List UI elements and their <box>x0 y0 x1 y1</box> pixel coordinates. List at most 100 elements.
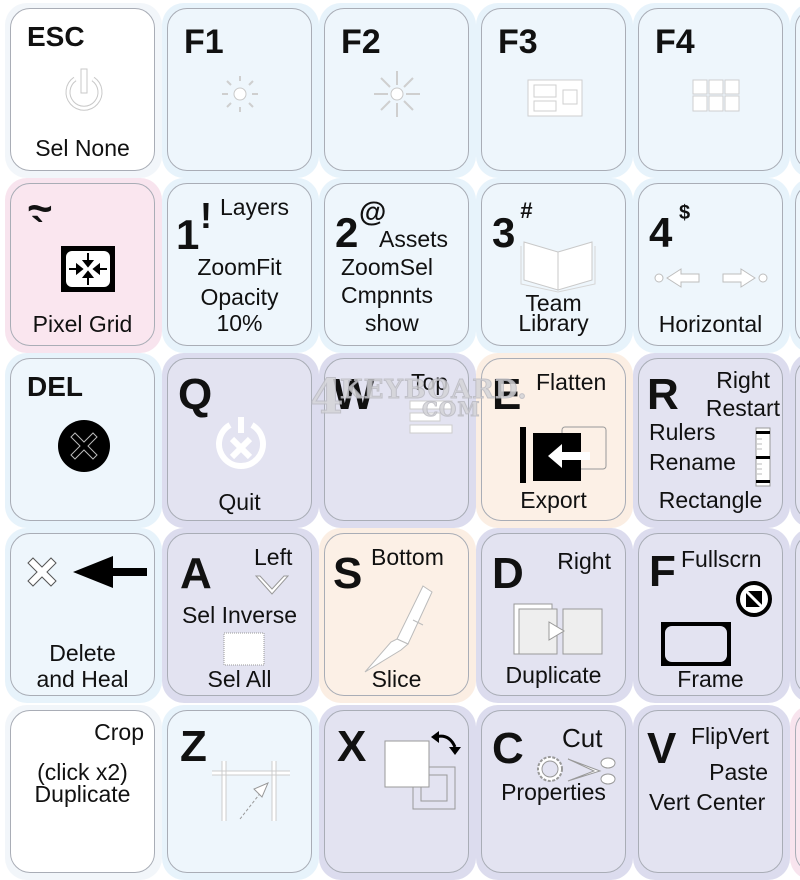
key-legend: 3 <box>492 209 516 256</box>
horizontal-arrows-icon <box>654 268 768 288</box>
key-label: Fullscrn <box>681 546 762 572</box>
key-shift-legend: ! <box>200 195 212 236</box>
key-shift-legend: $ <box>679 202 691 224</box>
select-all-marquee-icon <box>223 632 265 666</box>
key-legend: F4 <box>655 23 695 61</box>
key-legend: X <box>337 722 367 771</box>
key-label: Right <box>716 367 770 393</box>
key-legend: W <box>333 370 375 419</box>
key-label: Duplicate <box>34 781 131 807</box>
key-label: Vert Center <box>649 789 766 815</box>
key-label: Layers <box>220 194 290 220</box>
key-legend: F <box>649 547 676 596</box>
open-book-icon <box>520 241 596 293</box>
key-x[interactable]: X <box>319 705 476 880</box>
key-legend: DEL <box>27 371 83 402</box>
key-a[interactable]: A Left Sel Inverse Sel All <box>162 528 319 703</box>
quit-power-x-icon <box>216 417 266 470</box>
chevron-down-icon <box>254 575 290 595</box>
key-t-partial[interactable] <box>790 353 800 528</box>
backspace-arrow-icon <box>73 556 147 588</box>
key-legend: F3 <box>498 23 538 61</box>
key-q[interactable]: Q Quit <box>162 353 319 528</box>
delete-circle-x-icon <box>58 420 110 472</box>
key-e[interactable]: E Flatten Export <box>476 353 633 528</box>
key-legend: C <box>492 724 524 773</box>
key-label: Properties <box>501 779 606 805</box>
key-label: Sel Inverse <box>181 602 298 628</box>
key-5-partial[interactable] <box>790 178 800 353</box>
key-label: Pixel Grid <box>32 311 133 337</box>
key-tab[interactable]: Crop (click x2) Duplicate <box>5 705 162 880</box>
key-label: Duplicate <box>505 662 602 688</box>
key-4[interactable]: 4 $ Horizontal <box>633 178 790 353</box>
key-legend: E <box>492 370 522 419</box>
duplicate-icon <box>513 603 603 655</box>
brightness-high-icon <box>374 71 420 117</box>
key-legend: V <box>647 724 677 773</box>
key-backspace[interactable]: Delete and Heal <box>5 528 162 703</box>
key-label: Rectangle <box>658 487 763 513</box>
swap-fill-stroke-icon <box>384 731 461 810</box>
key-z[interactable]: Z <box>162 705 319 880</box>
key-legend: Z <box>180 722 207 771</box>
key-w[interactable]: W Top <box>319 353 476 528</box>
key-label: Paste <box>709 759 768 785</box>
key-f[interactable]: F Fullscrn Frame <box>633 528 790 703</box>
key-del[interactable]: DEL <box>5 353 162 528</box>
align-top-icon <box>409 400 453 434</box>
zoom-fit-arrows-icon <box>61 246 115 292</box>
key-1[interactable]: 1 ! Layers ZoomFit Opacity 10% <box>162 178 319 353</box>
key-b-partial[interactable] <box>790 705 800 880</box>
key-legend: R <box>647 370 679 419</box>
key-label: Top <box>411 369 449 395</box>
key-legend: Q <box>178 370 213 419</box>
key-legend: F1 <box>184 23 224 61</box>
key-f5-partial[interactable] <box>790 3 800 178</box>
key-legend: 1 <box>176 211 200 258</box>
key-shift-legend: @ <box>359 196 387 227</box>
key-label: Flatten <box>536 369 607 395</box>
launchpad-grid-icon <box>692 79 740 112</box>
key-label: show <box>365 310 419 336</box>
key-label-cut: Cut <box>562 723 603 753</box>
mission-control-icon <box>527 79 583 117</box>
key-legend: D <box>492 549 524 598</box>
key-label: Sel All <box>207 666 272 692</box>
key-label: Left <box>254 544 293 570</box>
key-label: Right <box>557 548 611 574</box>
slice-knife-icon <box>364 585 433 673</box>
key-d[interactable]: D Right Duplicate <box>476 528 633 703</box>
key-label: Restart <box>705 395 780 421</box>
key-label: Rename <box>649 449 736 475</box>
key-label: Crop <box>94 719 144 745</box>
key-s[interactable]: S Bottom Slice <box>319 528 476 703</box>
key-label: Quit <box>218 489 261 515</box>
key-legend: F2 <box>341 23 381 61</box>
key-c[interactable]: C Cut Properties <box>476 705 633 880</box>
key-label: Cmpnnts <box>341 282 434 308</box>
key-label: and Heal <box>36 666 129 692</box>
key-shift-legend: # <box>520 198 533 223</box>
key-label: Rulers <box>649 419 716 445</box>
key-f4[interactable]: F4 <box>633 3 790 178</box>
x-outline-icon <box>27 557 57 587</box>
key-label: FlipVert <box>691 723 769 749</box>
key-3[interactable]: 3 # Team Library <box>476 178 633 353</box>
key-label: ZoomSel <box>341 254 434 280</box>
fullscreen-icon <box>736 581 772 617</box>
key-backtick[interactable]: ~ ` Pixel Grid <box>5 178 162 353</box>
key-legend: 2 <box>335 209 359 256</box>
key-f3[interactable]: F3 <box>476 3 633 178</box>
key-f2[interactable]: F2 <box>319 3 476 178</box>
key-2[interactable]: 2 @ Assets ZoomSel Cmpnnts show <box>319 178 476 353</box>
key-label: Slice <box>371 666 422 692</box>
key-f1[interactable]: F1 <box>162 3 319 178</box>
key-label: Opacity <box>200 284 279 310</box>
key-legend: S <box>333 549 363 598</box>
key-g-partial[interactable] <box>790 528 800 703</box>
key-legend: A <box>180 549 212 598</box>
key-v[interactable]: V FlipVert Paste Vert Center <box>633 705 790 880</box>
key-r[interactable]: R Right Restart Rulers Rename Rectangle <box>633 353 790 528</box>
key-esc[interactable]: ESC Sel None <box>5 3 162 178</box>
